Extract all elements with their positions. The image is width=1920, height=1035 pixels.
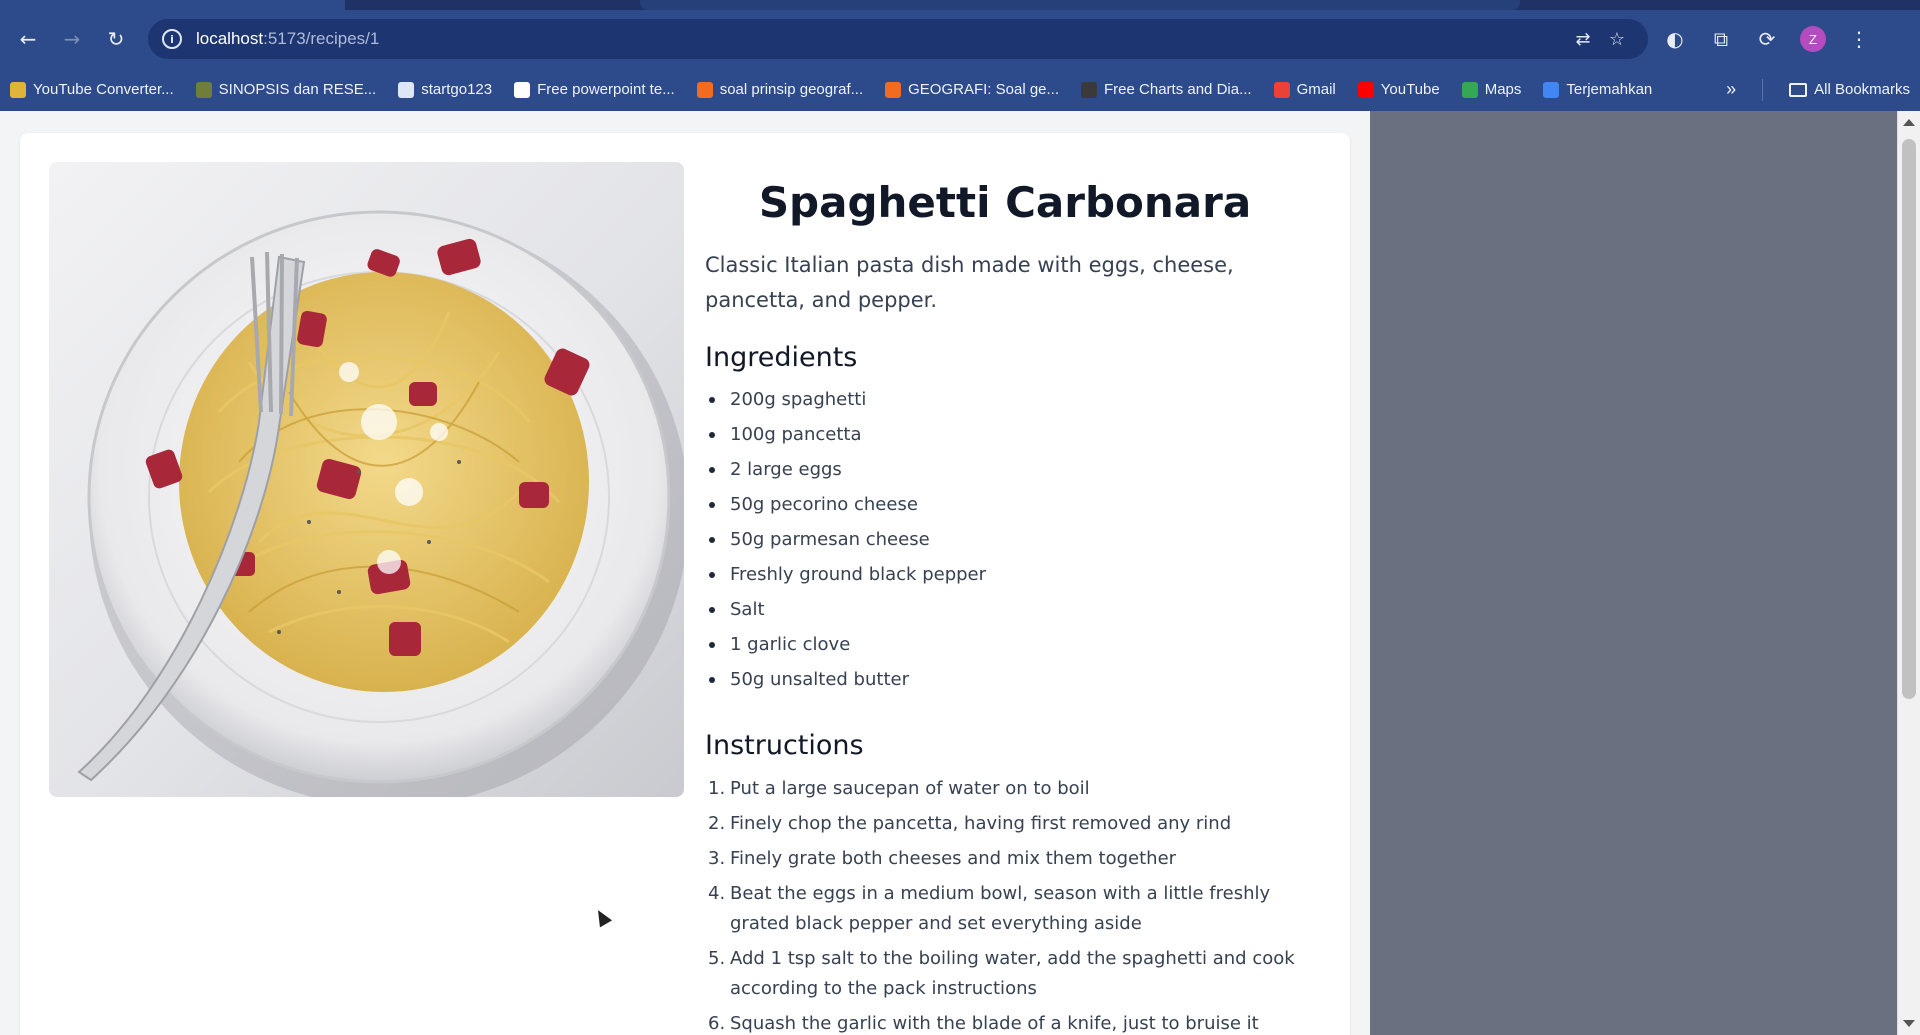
translate-icon[interactable]: ⇄ [1566,22,1600,56]
page-viewport: Spaghetti Carbonara Classic Italian past… [0,111,1370,1035]
bookmark-label: Terjemahkan [1566,81,1653,98]
scroll-down-arrow-icon[interactable] [1903,1020,1915,1027]
instructions-heading: Instructions [705,729,864,761]
bookmark-label: Free powerpoint te... [537,81,675,98]
instruction-step: 4. Beat the eggs in a medium bowl, season… [708,883,1271,935]
bookmark-label: Free Charts and Dia... [1104,81,1252,98]
bookmark-item[interactable]: Free powerpoint te... [514,81,675,98]
bookmark-favicon-icon [1081,81,1098,98]
bookmark-favicon-icon [885,81,902,98]
carbonara-photo-illustration [77,210,684,797]
scroll-thumb[interactable] [1902,139,1916,699]
recipe-image [49,162,684,797]
bookmark-item[interactable]: Terjemahkan [1543,81,1652,98]
tab-active[interactable] [0,0,345,10]
browser-chrome: ← → ↻ i localhost:5173/recipes/1 ⇄ ☆ ◐ ⧉… [0,0,1920,111]
avatar: Z [1800,26,1826,52]
ingredient-item: 50g parmesan cheese [705,527,1305,562]
instruction-step: 2. Finely chop the pancetta, having first… [708,813,1232,835]
bookmark-item[interactable]: YouTube Converter... [10,81,174,98]
instructions-list: 1. Put a large saucepan of water on to bo… [705,774,1305,1035]
bookmark-item[interactable]: Free Charts and Dia... [1081,81,1252,98]
bookmark-label: Maps [1484,81,1522,98]
bookmark-item[interactable]: Maps [1461,81,1522,98]
bookmark-label: SINOPSIS dan RESE... [218,81,377,98]
bookmark-favicon-icon [398,81,415,98]
bookmark-favicon-icon [1357,81,1374,98]
bookmark-item[interactable]: GEOGRAFI: Soal ge... [885,81,1059,98]
bookmark-favicon-icon [1461,81,1478,98]
devtools-blank-area [1370,111,1895,1035]
bookmark-label: YouTube [1380,81,1440,98]
folder-icon [1789,82,1808,97]
more-bookmarks-button[interactable]: » [1726,79,1736,100]
sync-icon[interactable]: ⟳ [1748,20,1786,58]
bookmark-item[interactable]: soal prinsip geograf... [696,81,864,98]
all-bookmarks-button[interactable]: All Bookmarks [1789,81,1910,98]
reload-icon[interactable]: ↻ [98,21,134,57]
bookmark-label: startgo123 [421,81,493,98]
bookmark-favicon-icon [1543,81,1560,98]
extensions-icon[interactable]: ⧉ [1702,20,1740,58]
ingredients-heading: Ingredients [705,342,858,374]
bookmark-star-icon[interactable]: ☆ [1600,22,1634,56]
page-scrollbar[interactable] [1897,111,1920,1035]
bookmark-favicon-icon [10,81,26,98]
recipe-details: Spaghetti Carbonara Classic Italian past… [705,178,1305,1035]
scroll-up-arrow-icon[interactable] [1903,119,1915,126]
ingredient-item: 50g pecorino cheese [705,492,1305,527]
instruction-step: 6. Squash the garlic with the blade of a … [708,1013,1259,1035]
browser-toolbar: ← → ↻ i localhost:5173/recipes/1 ⇄ ☆ ◐ ⧉… [0,10,1920,68]
url-text[interactable]: localhost:5173/recipes/1 [196,29,379,49]
bookmark-item[interactable]: SINOPSIS dan RESE... [195,81,377,98]
bookmark-label: GEOGRAFI: Soal ge... [908,81,1060,98]
ingredient-item: 2 large eggs [705,457,1305,492]
forward-icon[interactable]: → [54,21,90,57]
profile-button[interactable]: Z [1794,20,1832,58]
instruction-step: 5. Add 1 tsp salt to the boiling water, a… [708,948,1295,1000]
ingredient-item: 200g spaghetti [705,387,1305,422]
ingredient-item: Salt [705,597,1305,632]
tab-strip [0,0,1920,10]
recipe-description: Classic Italian pasta dish made with egg… [705,253,1234,313]
ingredient-item: Freshly ground black pepper [705,562,1305,597]
instruction-step: 1. Put a large saucepan of water on to bo… [708,778,1090,800]
bookmark-favicon-icon [514,81,531,98]
recipe-card: Spaghetti Carbonara Classic Italian past… [20,133,1350,1035]
bookmark-item[interactable]: startgo123 [398,81,492,98]
bookmark-label: Gmail [1296,81,1336,98]
edge-extension-icon[interactable]: ◐ [1656,20,1694,58]
menu-kebab-icon[interactable]: ⋮ [1840,20,1878,58]
bookmark-favicon-icon [696,81,713,98]
address-bar[interactable]: i localhost:5173/recipes/1 ⇄ ☆ [148,19,1648,59]
ingredient-item: 100g pancetta [705,422,1305,457]
back-icon[interactable]: ← [10,21,46,57]
bookmarks-divider [1762,78,1764,101]
bookmark-item[interactable]: YouTube [1357,81,1440,98]
instruction-step: 3. Finely grate both cheeses and mix them… [708,848,1177,870]
ingredient-item: 1 garlic clove [705,632,1305,667]
ingredients-list: 200g spaghetti 100g pancetta 2 large egg… [705,387,1305,702]
ingredient-item: 50g unsalted butter [705,667,1305,702]
site-info-icon[interactable]: i [162,29,182,49]
bookmarks-bar: YouTube Converter... SINOPSIS dan RESE...… [0,68,1920,111]
tab-inactive[interactable] [640,0,1520,10]
bookmark-label: soal prinsip geograf... [719,81,864,98]
bookmark-label: YouTube Converter... [33,81,174,98]
bookmark-item[interactable]: Gmail [1273,81,1336,98]
bookmark-favicon-icon [195,81,212,98]
bookmark-favicon-icon [1273,81,1290,98]
recipe-title: Spaghetti Carbonara [758,178,1252,227]
